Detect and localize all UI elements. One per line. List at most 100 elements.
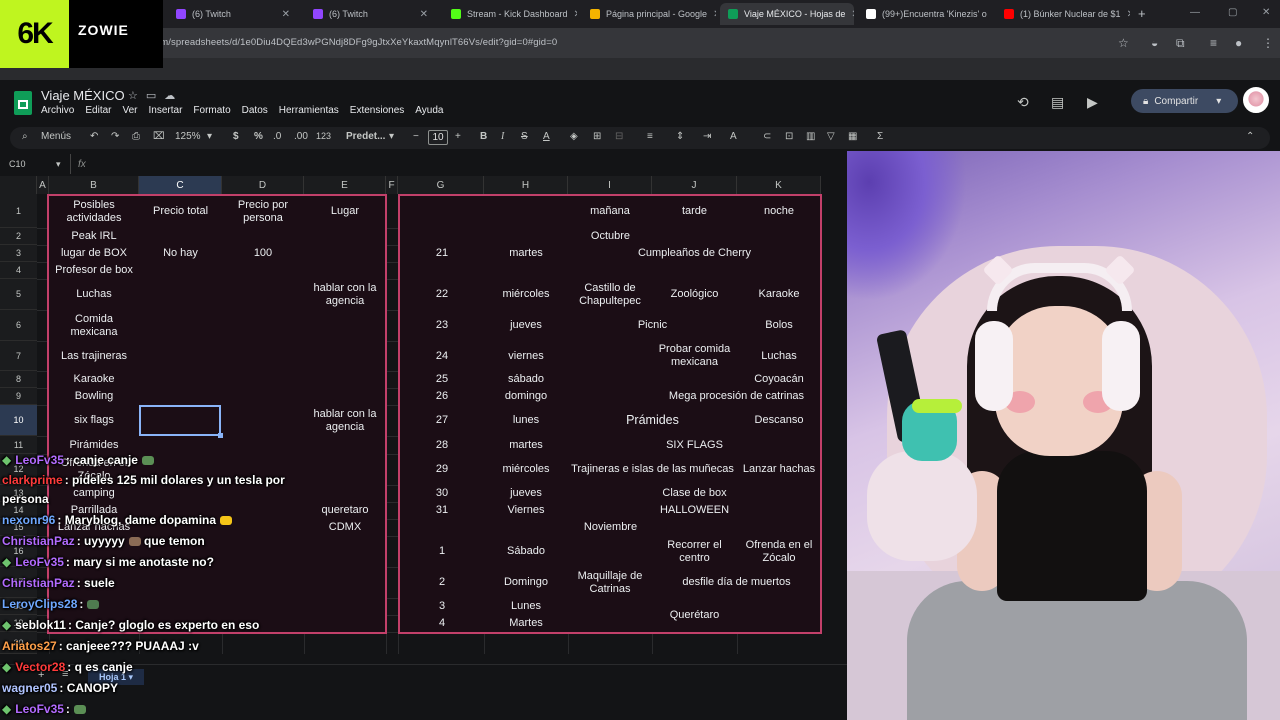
browser-tab[interactable]: (1) Búnker Nuclear de $1✕	[996, 3, 1130, 25]
plan-cell[interactable]: Ofrenda en el Zócalo	[737, 536, 821, 567]
day-number-cell[interactable]: 24	[400, 341, 484, 371]
header-cell[interactable]: Precio por persona	[222, 195, 304, 228]
column-header[interactable]: A	[37, 176, 49, 194]
weekday-cell[interactable]: lunes	[484, 405, 568, 436]
browser-tab[interactable]: Stream - Kick Dashboard✕	[443, 3, 577, 25]
activity-cell[interactable]: Las trajineras	[49, 341, 139, 371]
currency-button[interactable]: $	[233, 131, 239, 142]
chevron-down-icon[interactable]: ▾	[207, 131, 212, 142]
activity-cell[interactable]: Karaoke	[49, 371, 139, 388]
bookmark-star-icon[interactable]: ☆	[1118, 36, 1129, 50]
menu-formato[interactable]: Formato	[193, 105, 230, 116]
plan-cell[interactable]: Zoológico	[652, 279, 737, 310]
month-cell[interactable]: Noviembre	[400, 519, 821, 536]
row-header[interactable]: 1	[0, 194, 37, 228]
puzzle-icon[interactable]: ⧉	[1176, 36, 1185, 51]
column-header[interactable]: D	[222, 176, 304, 194]
close-tab-icon[interactable]: ✕	[414, 9, 428, 20]
minimize-icon[interactable]: —	[1190, 7, 1200, 18]
row-header[interactable]: 4	[0, 262, 37, 279]
weekday-cell[interactable]: Sábado	[484, 536, 568, 567]
filter-icon[interactable]: ▽	[827, 131, 835, 142]
url-field[interactable]: com/spreadsheets/d/1e0Diu4DQEd3wPGNdj8DF…	[150, 37, 557, 48]
plan-cell[interactable]: Coyoacán	[737, 371, 821, 388]
weekday-cell[interactable]: Viernes	[484, 502, 568, 519]
move-folder-icon[interactable]: ▭	[146, 90, 164, 102]
column-header[interactable]: J	[652, 176, 737, 194]
activity-cell[interactable]: Luchas	[49, 279, 139, 310]
vertical-align-icon[interactable]: ⇕	[676, 131, 684, 142]
close-window-icon[interactable]: ✕	[1262, 7, 1270, 18]
text-color-icon[interactable]: A	[543, 131, 550, 142]
weekday-cell[interactable]: sábado	[484, 371, 568, 388]
text-rotation-icon[interactable]: A	[730, 131, 737, 142]
comments-icon[interactable]: ▤	[1051, 94, 1064, 111]
strikethrough-icon[interactable]: S	[521, 131, 528, 142]
menu-insertar[interactable]: Insertar	[149, 105, 183, 116]
column-header[interactable]: F	[386, 176, 398, 194]
close-tab-icon[interactable]: ✕	[276, 9, 290, 20]
font-size-plus[interactable]: +	[455, 131, 461, 142]
plan-cell[interactable]: Probar comida mexicana	[652, 341, 737, 371]
plan-cell[interactable]: Trajineras e islas de las muñecas	[568, 454, 737, 485]
select-all-corner[interactable]	[0, 176, 37, 194]
profile-icon[interactable]: ●	[1235, 36, 1242, 50]
menu-archivo[interactable]: Archivo	[41, 105, 74, 116]
menu-ver[interactable]: Ver	[122, 105, 137, 116]
plan-cell[interactable]: Cumpleaños de Cherry	[568, 245, 821, 262]
merge-cells-icon[interactable]: ⊟	[615, 131, 623, 142]
month-cell[interactable]: Octubre	[400, 228, 821, 245]
link-icon[interactable]: ⊂	[763, 131, 771, 142]
day-number-cell[interactable]: 4	[400, 615, 484, 632]
weekday-cell[interactable]: martes	[484, 436, 568, 454]
close-tab-icon[interactable]: ✕	[987, 9, 992, 20]
menu-extensiones[interactable]: Extensiones	[350, 105, 404, 116]
percent-button[interactable]: %	[254, 131, 263, 142]
column-header[interactable]: I	[568, 176, 652, 194]
row-header[interactable]: 6	[0, 310, 37, 341]
weekday-cell[interactable]: martes	[484, 245, 568, 262]
price-total-cell[interactable]: No hay	[139, 245, 222, 262]
meet-icon[interactable]: ▶	[1087, 94, 1098, 111]
menu-search-input[interactable]: Menús	[41, 131, 71, 142]
plan-cell[interactable]: Clase de box	[652, 485, 737, 502]
day-number-cell[interactable]: 29	[400, 454, 484, 485]
weekday-cell[interactable]: domingo	[484, 388, 568, 405]
font-size-minus[interactable]: −	[413, 131, 419, 142]
search-icon[interactable]: ⌕	[22, 131, 28, 142]
plan-cell[interactable]: Picnic	[568, 310, 737, 341]
sheets-logo-icon[interactable]	[14, 91, 32, 115]
avatar[interactable]	[1243, 87, 1269, 113]
place-cell[interactable]: hablar con la agencia	[304, 405, 386, 436]
selected-cell-c10[interactable]	[139, 405, 223, 438]
activity-cell[interactable]: Profesor de box	[49, 262, 139, 279]
document-title[interactable]: Viaje MÉXICO	[41, 88, 125, 103]
plan-cell[interactable]: Recorrer el centro	[652, 536, 737, 567]
media-icon[interactable]: ≡	[1210, 36, 1217, 50]
weekday-cell[interactable]: Domingo	[484, 567, 568, 598]
browser-tab-active[interactable]: Viaje MÉXICO - Hojas de✕	[720, 3, 854, 25]
weekday-cell[interactable]: miércoles	[484, 279, 568, 310]
row-header[interactable]: 8	[0, 371, 37, 388]
browser-tab[interactable]: (99+)Encuentra 'Kinezis' o✕	[858, 3, 992, 25]
header-cell[interactable]: Precio total	[139, 195, 222, 228]
day-number-cell[interactable]: 30	[400, 485, 484, 502]
filter-views-icon[interactable]: ▦	[848, 131, 857, 142]
share-button[interactable]: 🔒︎ Compartir ▾	[1131, 89, 1238, 113]
day-number-cell[interactable]: 25	[400, 371, 484, 388]
row-header[interactable]: 3	[0, 245, 37, 262]
day-number-cell[interactable]: 28	[400, 436, 484, 454]
close-tab-icon[interactable]: ✕	[1121, 9, 1130, 20]
plan-cell[interactable]: Bolos	[737, 310, 821, 341]
fill-color-icon[interactable]: ◈	[570, 131, 578, 142]
day-number-cell[interactable]: 21	[400, 245, 484, 262]
borders-icon[interactable]: ⊞	[593, 131, 601, 142]
plan-cell[interactable]: Descanso	[737, 405, 821, 436]
weekday-cell[interactable]: Lunes	[484, 598, 568, 615]
header-cell[interactable]: Lugar	[304, 195, 386, 228]
plan-cell[interactable]: Karaoke	[737, 279, 821, 310]
weekday-cell[interactable]: viernes	[484, 341, 568, 371]
day-number-cell[interactable]: 3	[400, 598, 484, 615]
history-icon[interactable]: ⟲	[1017, 94, 1029, 111]
redo-icon[interactable]: ↷	[111, 131, 119, 142]
